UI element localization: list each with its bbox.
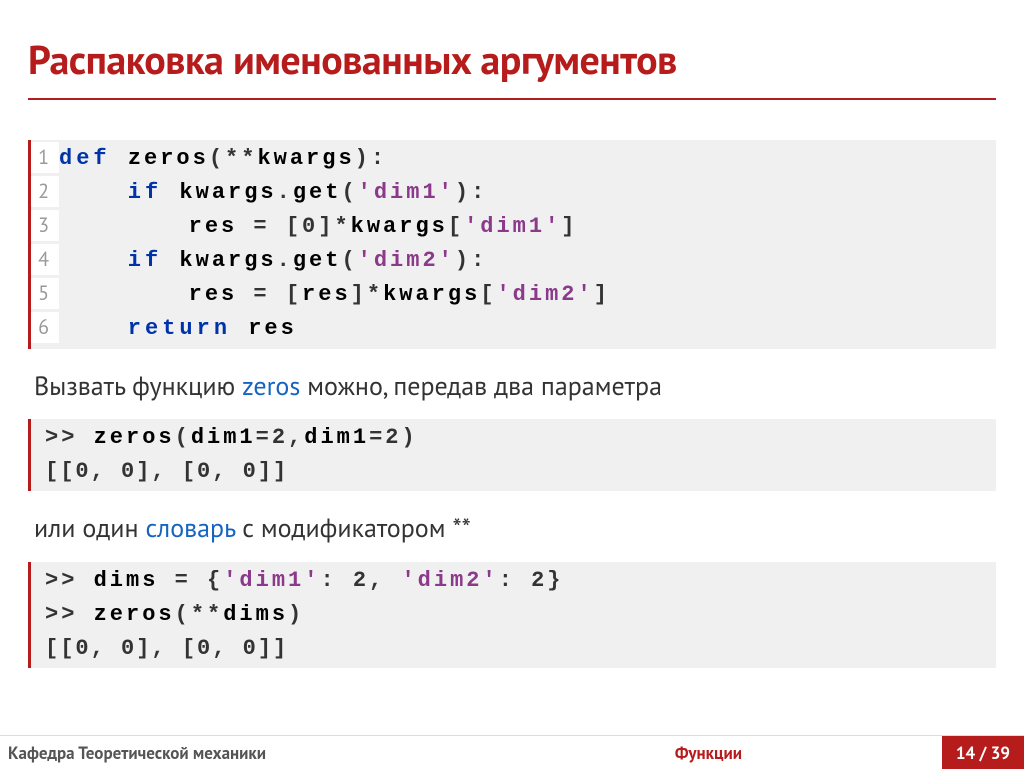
- body-text-2: или один словарь с модификатором **: [34, 511, 996, 547]
- code-content: res = [res]*kwargs['dim2']: [59, 278, 996, 312]
- code-line: 6 return res: [31, 312, 996, 346]
- code-block-call-2: >> dims = {'dim1': 2, 'dim2': 2} >> zero…: [28, 562, 996, 668]
- code-line: 2 if kwargs.get('dim1'):: [31, 176, 996, 210]
- line-number: 1: [31, 142, 59, 173]
- slide-title: Распаковка именованных аргументов: [28, 34, 996, 100]
- slide: Распаковка именованных аргументов 1 def …: [0, 0, 1024, 769]
- body-text-1: Вызвать функцию zeros можно, передав два…: [34, 369, 996, 405]
- code-block-definition: 1 def zeros(**kwargs): 2 if kwargs.get('…: [28, 140, 996, 349]
- code-line: 5 res = [res]*kwargs['dim2']: [31, 278, 996, 312]
- code-content: >> dims = {'dim1': 2, 'dim2': 2}: [45, 564, 996, 598]
- footer: Кафедра Теоретической механики Функции 1…: [0, 735, 1024, 769]
- code-block-call-1: >> zeros(dim1=2,dim1=2) [[0, 0], [0, 0]]: [28, 419, 996, 491]
- line-number: 5: [31, 278, 59, 309]
- line-number: 4: [31, 244, 59, 275]
- line-number: 6: [31, 312, 59, 343]
- code-line: 3 res = [0]*kwargs['dim1']: [31, 210, 996, 244]
- code-line: >> zeros(**dims): [45, 598, 996, 632]
- code-content: if kwargs.get('dim1'):: [59, 176, 996, 210]
- footer-page-number: 14 / 39: [942, 736, 1024, 769]
- code-line: 4 if kwargs.get('dim2'):: [31, 244, 996, 278]
- code-content: res = [0]*kwargs['dim1']: [59, 210, 996, 244]
- code-output: [[0, 0], [0, 0]]: [45, 632, 996, 666]
- code-line: [[0, 0], [0, 0]]: [45, 632, 996, 666]
- code-content: >> zeros(**dims): [45, 598, 996, 632]
- line-number: 3: [31, 210, 59, 241]
- code-content: return res: [59, 312, 996, 346]
- footer-section: Функции: [475, 736, 942, 769]
- code-content: >> zeros(dim1=2,dim1=2): [45, 421, 996, 455]
- code-content: if kwargs.get('dim2'):: [59, 244, 996, 278]
- code-output: [[0, 0], [0, 0]]: [45, 455, 996, 489]
- footer-department: Кафедра Теоретической механики: [0, 736, 475, 769]
- code-line: >> zeros(dim1=2,dim1=2): [45, 421, 996, 455]
- line-number: 2: [31, 176, 59, 207]
- code-line: [[0, 0], [0, 0]]: [45, 455, 996, 489]
- code-content: def zeros(**kwargs):: [59, 142, 996, 176]
- code-line: >> dims = {'dim1': 2, 'dim2': 2}: [45, 564, 996, 598]
- code-line: 1 def zeros(**kwargs):: [31, 142, 996, 176]
